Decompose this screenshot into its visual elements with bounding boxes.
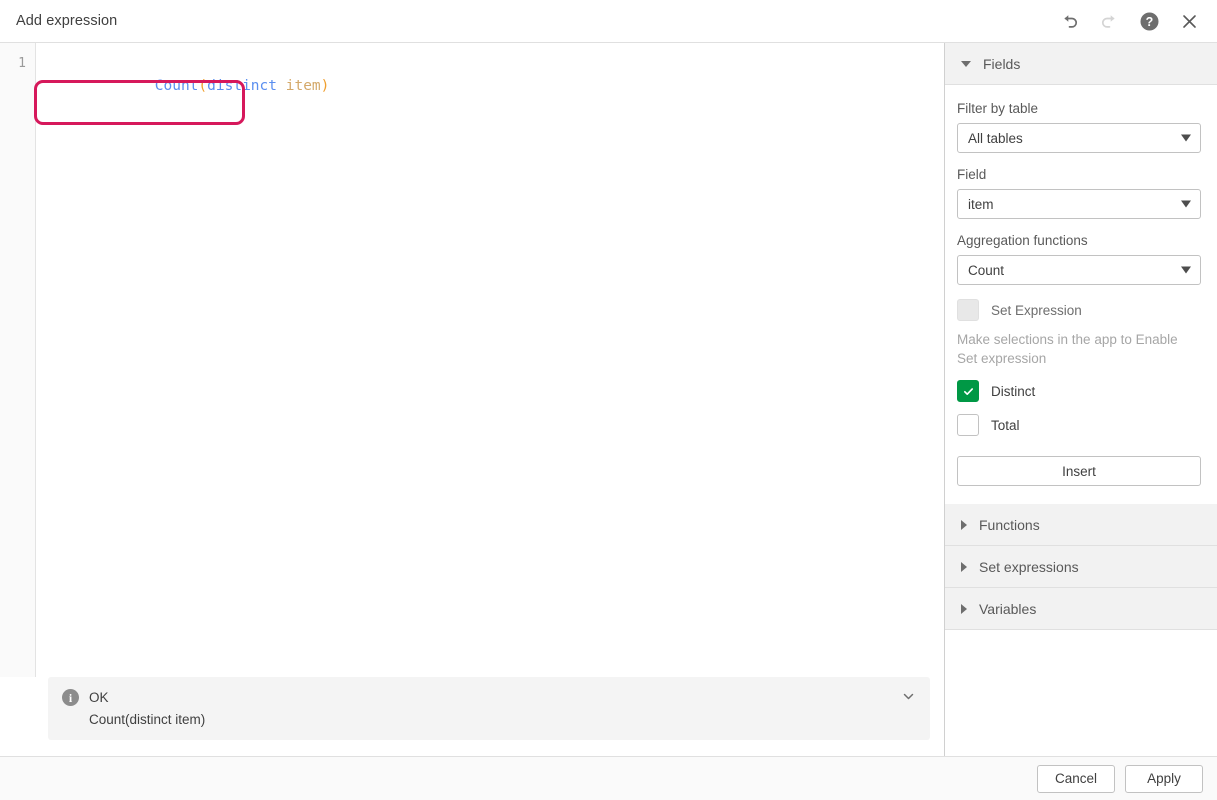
chevron-down-icon[interactable] [901, 689, 916, 704]
status-bar-wrapper: i OK Count(distinct item) [0, 677, 944, 756]
chevron-right-icon [961, 562, 967, 572]
total-label: Total [991, 418, 1020, 433]
set-expression-checkbox-row[interactable]: Set Expression [957, 299, 1201, 321]
info-icon: i [62, 689, 79, 706]
aggregation-functions-select[interactable]: Count [957, 255, 1201, 285]
line-number: 1 [0, 53, 26, 75]
help-icon[interactable]: ? [1135, 7, 1163, 35]
filter-by-table-select[interactable]: All tables [957, 123, 1201, 153]
token-paren-open: ( [198, 78, 207, 94]
fields-section-body: Filter by table All tables Field item Ag… [945, 85, 1217, 504]
add-expression-dialog: Add expression ? [0, 0, 1217, 800]
dialog-footer: Cancel Apply [0, 757, 1217, 800]
close-icon[interactable] [1175, 7, 1203, 35]
chevron-down-icon [1181, 135, 1191, 142]
insert-button[interactable]: Insert [957, 456, 1201, 486]
redo-icon[interactable] [1095, 7, 1123, 35]
aggregation-functions-value: Count [968, 263, 1004, 278]
code-line-1: Count(distinct item) [50, 53, 944, 119]
token-space [277, 78, 286, 94]
titlebar-actions: ? [1055, 7, 1203, 35]
aggregation-functions-label: Aggregation functions [957, 233, 1201, 248]
distinct-checkbox[interactable] [957, 380, 979, 402]
status-label: OK [89, 690, 109, 705]
chevron-right-icon [961, 604, 967, 614]
code-area[interactable]: 1 Count(distinct item) [0, 43, 944, 677]
token-function: Count [155, 78, 199, 94]
dialog-titlebar: Add expression ? [0, 0, 1217, 43]
field-select[interactable]: item [957, 189, 1201, 219]
svg-text:?: ? [1145, 15, 1153, 29]
code-content[interactable]: Count(distinct item) [36, 43, 944, 677]
token-field-name: item [286, 78, 321, 94]
accordion-header-fields[interactable]: Fields [945, 43, 1217, 85]
chevron-down-icon [961, 61, 971, 67]
token-paren-close: ) [321, 78, 330, 94]
total-checkbox-row[interactable]: Total [957, 414, 1201, 436]
field-value: item [968, 197, 994, 212]
total-checkbox[interactable] [957, 414, 979, 436]
dialog-title: Add expression [16, 13, 117, 29]
set-expression-checkbox[interactable] [957, 299, 979, 321]
expression-status-bar: i OK Count(distinct item) [48, 677, 930, 740]
expression-editor-pane: 1 Count(distinct item) i OK Count(distin… [0, 43, 945, 756]
set-expression-help-text: Make selections in the app to Enable Set… [957, 330, 1201, 368]
accordion-header-variables[interactable]: Variables [945, 588, 1217, 630]
filter-by-table-value: All tables [968, 131, 1023, 146]
accordion-title-functions: Functions [979, 517, 1040, 533]
set-expression-label: Set Expression [991, 303, 1082, 318]
distinct-checkbox-row[interactable]: Distinct [957, 380, 1201, 402]
accordion-title-variables: Variables [979, 601, 1036, 617]
distinct-label: Distinct [991, 384, 1035, 399]
chevron-right-icon [961, 520, 967, 530]
cancel-button[interactable]: Cancel [1037, 765, 1115, 793]
side-panel: Fields Filter by table All tables Field … [945, 43, 1217, 756]
undo-icon[interactable] [1055, 7, 1083, 35]
panel-empty-space [945, 630, 1217, 756]
field-label: Field [957, 167, 1201, 182]
check-icon [963, 386, 974, 397]
apply-button[interactable]: Apply [1125, 765, 1203, 793]
dialog-body: 1 Count(distinct item) i OK Count(distin… [0, 43, 1217, 757]
chevron-down-icon [1181, 267, 1191, 274]
accordion-header-set-expressions[interactable]: Set expressions [945, 546, 1217, 588]
status-header-row: i OK [62, 689, 890, 706]
token-keyword-distinct: distinct [207, 78, 277, 94]
filter-by-table-label: Filter by table [957, 101, 1201, 116]
line-number-gutter: 1 [0, 43, 36, 677]
chevron-down-icon [1181, 201, 1191, 208]
accordion-header-functions[interactable]: Functions [945, 504, 1217, 546]
status-expression-preview: Count(distinct item) [62, 712, 890, 727]
accordion-title-fields: Fields [983, 56, 1020, 72]
accordion-title-set-expressions: Set expressions [979, 559, 1079, 575]
